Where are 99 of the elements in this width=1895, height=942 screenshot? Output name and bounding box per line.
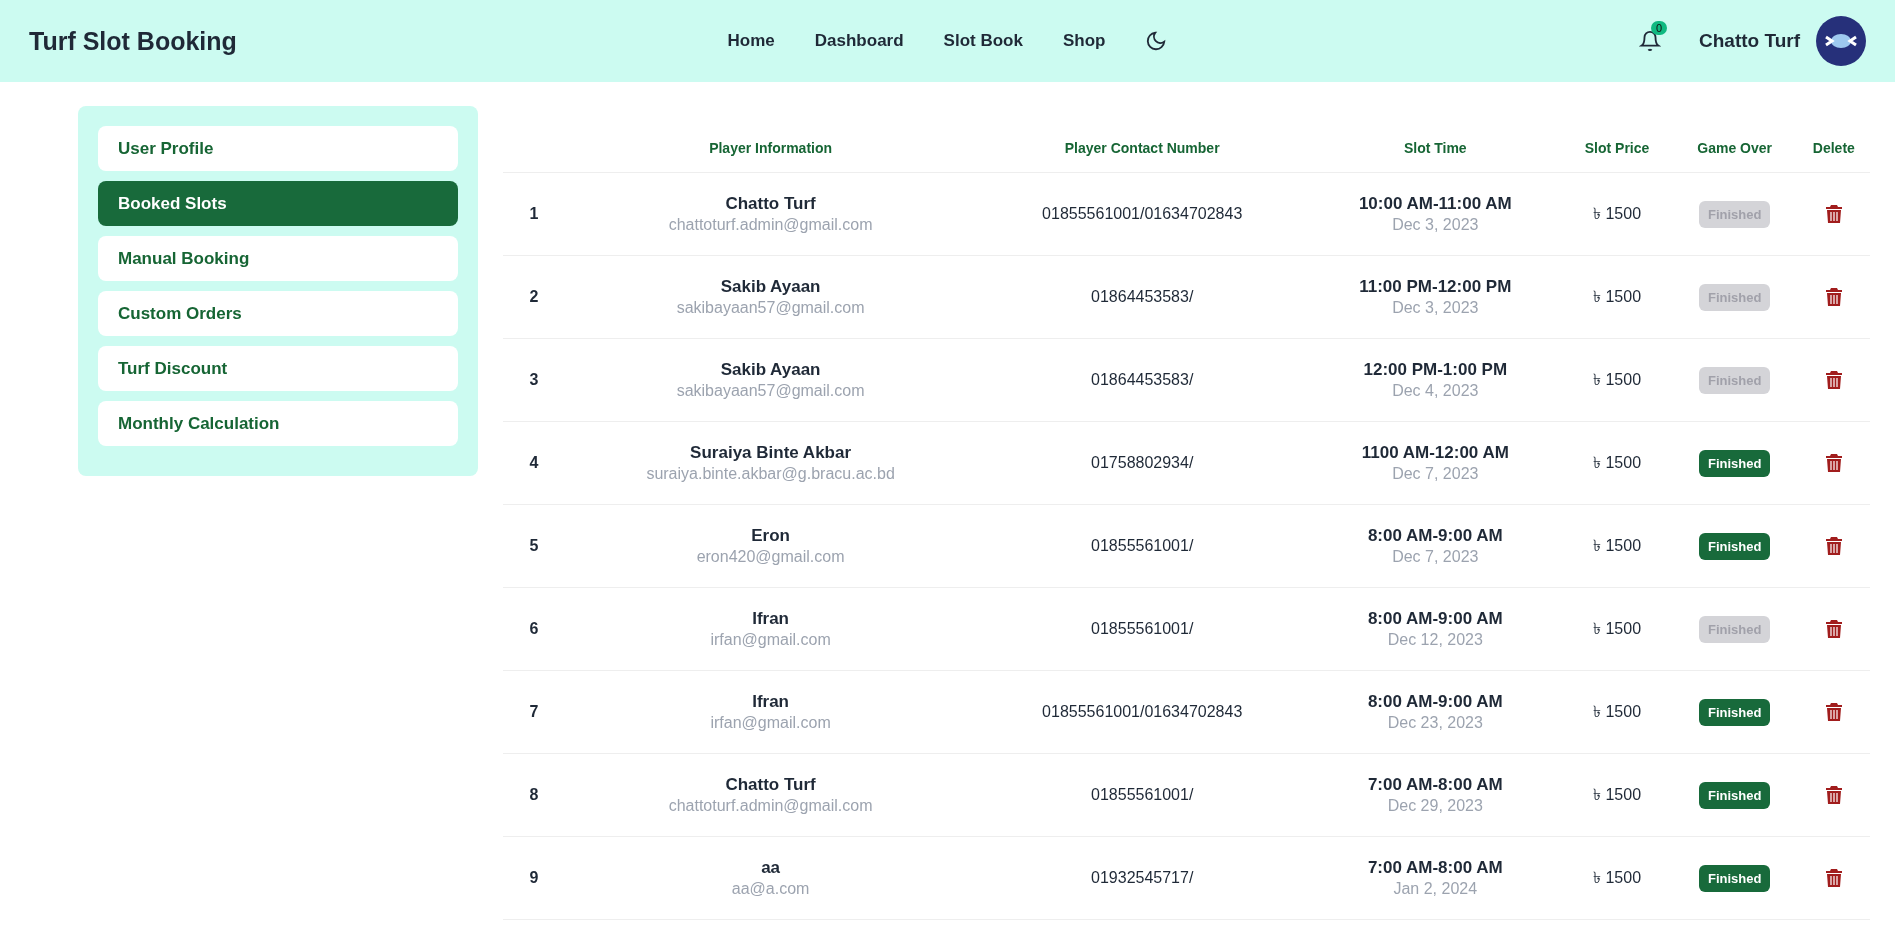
trash-icon[interactable]	[1825, 454, 1842, 473]
player-name: Ifran	[751, 609, 790, 629]
contact-number: 01758802934/	[1091, 454, 1194, 471]
player-name: Sakib Ayaan	[719, 277, 822, 297]
contact-number: 01855561001/	[1091, 537, 1194, 554]
slot-time: 7:00 AM-8:00 AM	[1366, 775, 1504, 795]
contact-number: 01855561001/	[1091, 786, 1194, 803]
finished-button[interactable]: Finished	[1698, 698, 1771, 726]
slot-date: Dec 7, 2023	[1391, 465, 1480, 483]
slot-price: ৳ 1500	[1593, 619, 1642, 637]
finished-button[interactable]: Finished	[1698, 449, 1771, 477]
player-email: irfan@gmail.com	[709, 631, 832, 649]
slot-time: 11:00 PM-12:00 PM	[1358, 277, 1513, 297]
trash-icon[interactable]	[1825, 703, 1842, 722]
finished-button[interactable]: Finished	[1698, 781, 1771, 809]
slot-date: Dec 4, 2023	[1391, 382, 1480, 400]
slot-date: Dec 3, 2023	[1391, 216, 1480, 234]
trash-icon[interactable]	[1825, 620, 1842, 639]
player-email: sakibayaan57@gmail.com	[675, 382, 866, 400]
player-name: Chatto Turf	[724, 775, 817, 795]
slot-date: Dec 29, 2023	[1386, 797, 1484, 815]
player-name: Eron	[750, 526, 791, 546]
column-header: Game Over	[1671, 124, 1798, 173]
column-header: Slot Time	[1308, 124, 1563, 173]
nav-link[interactable]: Home	[727, 31, 775, 51]
slot-date: Dec 3, 2023	[1391, 299, 1480, 317]
contact-number: 01855561001/	[1091, 620, 1194, 637]
column-header: Delete	[1797, 124, 1870, 173]
slot-price: ৳ 1500	[1593, 453, 1642, 471]
slot-date: Dec 7, 2023	[1391, 548, 1480, 566]
notification-count: 0	[1651, 21, 1668, 35]
column-header: Player Information	[565, 124, 977, 173]
player-email: irfan@gmail.com	[709, 714, 832, 732]
nav-link[interactable]: Shop	[1062, 31, 1106, 51]
player-email: sakibayaan57@gmail.com	[675, 299, 866, 317]
sidebar-item[interactable]: Booked Slots	[98, 181, 458, 226]
slot-time: 12:00 PM-1:00 PM	[1362, 360, 1509, 380]
site-title: Turf Slot Booking	[29, 26, 238, 56]
player-name: Suraiya Binte Akbar	[689, 443, 853, 463]
finished-button[interactable]: Finished	[1698, 532, 1771, 560]
slot-price: ৳ 1500	[1593, 785, 1642, 803]
slot-time: 7:00 AM-8:00 AM	[1366, 858, 1504, 878]
contact-number: 01855561001/01634702843	[1042, 205, 1243, 222]
column-header: Player Contact Number	[976, 124, 1309, 173]
trash-icon[interactable]	[1825, 869, 1842, 888]
trash-icon[interactable]	[1825, 371, 1842, 390]
slot-price: ৳ 1500	[1593, 204, 1642, 222]
sidebar-item[interactable]: Monthly Calculation	[98, 401, 458, 446]
sidebar-item[interactable]: Manual Booking	[98, 236, 458, 281]
row-number: 7	[529, 703, 539, 720]
contact-number: 01932545717/	[1091, 869, 1194, 886]
player-name: aa	[760, 858, 782, 878]
slot-date: Jan 2, 2024	[1392, 880, 1479, 898]
slot-time: 8:00 AM-9:00 AM	[1366, 692, 1504, 712]
row-number: 8	[529, 786, 539, 803]
player-name: Ifran	[751, 692, 790, 712]
contact-number: 01855561001/01634702843	[1042, 703, 1243, 720]
slot-price: ৳ 1500	[1593, 702, 1642, 720]
player-email: chattoturf.admin@gmail.com	[667, 797, 874, 815]
player-email: aa@a.com	[730, 880, 811, 898]
nav-link[interactable]: Slot Book	[943, 31, 1023, 51]
sidebar-item[interactable]: Custom Orders	[98, 291, 458, 336]
contact-number: 01864453583/	[1091, 288, 1194, 305]
trash-icon[interactable]	[1825, 288, 1842, 307]
row-number: 5	[529, 537, 539, 554]
avatar[interactable]	[1816, 16, 1866, 66]
row-number: 3	[529, 371, 539, 388]
player-name: Sakib Ayaan	[719, 360, 822, 380]
player-email: eron420@gmail.com	[695, 548, 846, 566]
user-name: Chatto Turf	[1699, 30, 1800, 52]
slot-time: 8:00 AM-9:00 AM	[1366, 609, 1504, 629]
row-number: 4	[529, 454, 539, 471]
row-number: 6	[529, 620, 539, 637]
column-header: Slot Price	[1562, 124, 1672, 173]
slot-time: 1100 AM-12:00 AM	[1360, 443, 1510, 463]
player-name: Chatto Turf	[724, 194, 817, 214]
slot-time: 8:00 AM-9:00 AM	[1366, 526, 1504, 546]
slot-price: ৳ 1500	[1593, 536, 1642, 554]
slot-price: ৳ 1500	[1593, 868, 1642, 886]
contact-number: 01864453583/	[1091, 371, 1194, 388]
finished-button[interactable]: Finished	[1698, 864, 1771, 892]
bell-icon[interactable]	[1639, 30, 1662, 52]
slot-date: Dec 23, 2023	[1386, 714, 1484, 732]
trash-icon[interactable]	[1825, 537, 1842, 556]
trash-icon[interactable]	[1825, 786, 1842, 805]
row-number: 2	[529, 288, 539, 305]
player-email: chattoturf.admin@gmail.com	[667, 216, 874, 234]
slot-price: ৳ 1500	[1593, 370, 1642, 388]
player-email: suraiya.binte.akbar@g.bracu.ac.bd	[645, 465, 896, 483]
trash-icon[interactable]	[1825, 205, 1842, 224]
slot-time: 10:00 AM-11:00 AM	[1357, 194, 1513, 214]
slot-price: ৳ 1500	[1593, 287, 1642, 305]
nav-link[interactable]: Dashboard	[814, 31, 904, 51]
sidebar-item[interactable]: User Profile	[98, 126, 458, 171]
sidebar-item[interactable]: Turf Discount	[98, 346, 458, 391]
slot-date: Dec 12, 2023	[1386, 631, 1484, 649]
row-number: 9	[529, 869, 539, 886]
row-number: 1	[529, 205, 539, 222]
moon-icon[interactable]	[1145, 30, 1168, 52]
